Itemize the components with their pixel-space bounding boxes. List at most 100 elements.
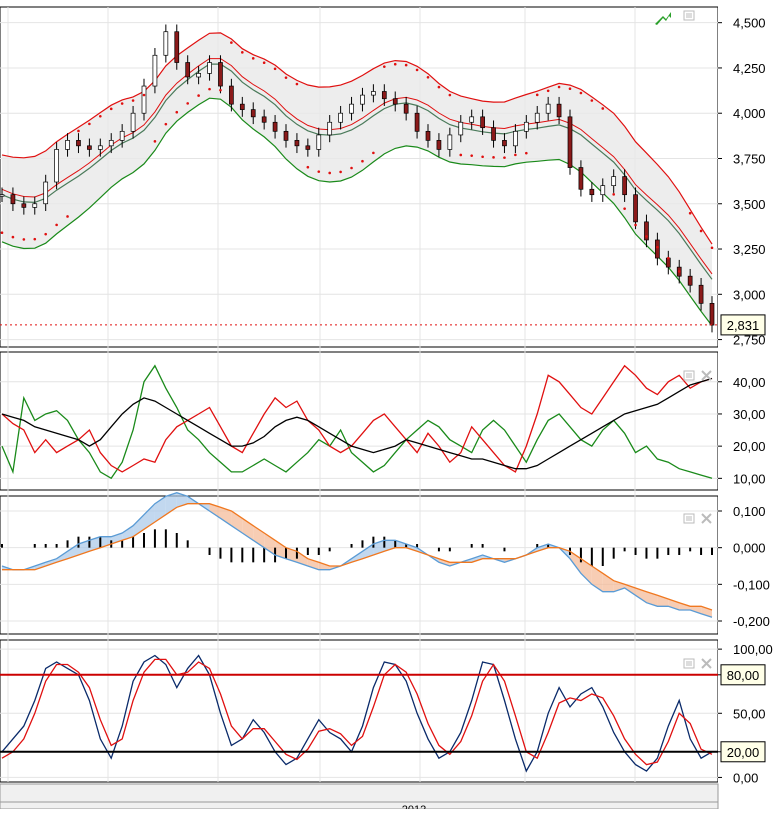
year-label: 2012 <box>402 804 426 809</box>
y-tick-label: 0,000 <box>733 541 766 556</box>
y-tick-label: 100,00 <box>733 642 773 657</box>
sar-dot <box>273 67 277 71</box>
sar-dot <box>481 155 484 159</box>
sar-dot <box>339 170 342 174</box>
sar-dot <box>77 129 80 133</box>
y-tick-label: 20,00 <box>733 439 766 454</box>
sar-dot <box>230 41 233 44</box>
candle-body <box>305 145 311 150</box>
candle-body <box>163 31 169 56</box>
sar-dot <box>328 171 331 175</box>
sar-dot <box>579 91 583 95</box>
candle-body <box>633 194 638 223</box>
sar-dot <box>590 99 594 102</box>
candle-body <box>185 62 191 78</box>
y-tick-label: 4,000 <box>733 106 766 121</box>
sar-dot <box>393 62 397 66</box>
sar-dot <box>11 235 15 239</box>
sar-dot <box>44 232 47 236</box>
sar-dot <box>448 93 452 97</box>
sar-dot <box>186 102 189 105</box>
candle-body <box>611 176 617 186</box>
sar-dot <box>131 99 135 102</box>
sar-dot <box>251 57 255 60</box>
sar-dot <box>557 85 561 89</box>
candle-body <box>108 140 114 147</box>
y-tick-label: 0,100 <box>733 504 766 519</box>
time-axis-bar <box>0 783 719 803</box>
candle-body <box>119 130 125 141</box>
sar-dot <box>688 211 692 215</box>
sar-dot <box>295 82 299 86</box>
candle-body <box>43 181 49 205</box>
candle-body <box>698 284 704 304</box>
candle-body <box>54 149 59 183</box>
candle-body <box>250 109 256 118</box>
candle-body <box>403 103 409 114</box>
sar-dot <box>470 154 473 157</box>
candle-body <box>152 54 158 87</box>
candle-body <box>196 73 201 78</box>
sar-dot <box>535 93 539 97</box>
sar-dot <box>361 159 364 163</box>
y-tick-label: 30,00 <box>733 407 766 422</box>
sar-dot <box>667 256 670 260</box>
candle-body <box>556 103 562 118</box>
sar-dot <box>88 122 91 126</box>
candle-body <box>622 176 627 196</box>
sar-dot <box>699 229 703 233</box>
sar-dot <box>22 238 26 241</box>
sar-dot <box>55 223 58 227</box>
y-tick-label: -0,100 <box>733 577 770 592</box>
candle-body <box>65 140 70 150</box>
y-tick-label: 3,000 <box>733 287 766 302</box>
restore-icon[interactable] <box>683 10 695 21</box>
sar-dot <box>0 231 4 235</box>
sar-dot <box>383 65 386 68</box>
sar-dot <box>656 245 659 249</box>
sar-dot <box>634 223 637 227</box>
candle-body <box>709 303 715 326</box>
candle-body <box>76 140 81 147</box>
y-tick-label: 10,00 <box>733 471 766 486</box>
sar-dot <box>153 140 157 143</box>
candle-body <box>425 130 431 141</box>
restore-icon[interactable] <box>683 370 695 381</box>
candle-body <box>513 130 518 147</box>
last-value-label: 2,831 <box>727 318 760 333</box>
y-tick-label: 50,00 <box>733 706 766 721</box>
sar-dot <box>710 246 714 250</box>
candle-body <box>207 62 212 74</box>
candle-body <box>360 94 365 105</box>
sar-dot <box>372 151 375 155</box>
sar-dot <box>120 102 124 105</box>
sar-dot <box>350 166 353 170</box>
candle-body <box>141 85 147 114</box>
chart-window: DezJanFevMarAbrMaiJun4,5004,2504,0003,75… <box>0 0 783 814</box>
candle-body <box>665 257 671 268</box>
sar-dot <box>426 76 430 79</box>
candle-body <box>327 121 333 136</box>
sar-dot <box>503 156 506 159</box>
candle-body <box>0 194 5 197</box>
candle-body <box>316 134 322 150</box>
level-label: 20,00 <box>727 745 760 760</box>
sar-dot <box>175 110 179 114</box>
sar-dot <box>109 107 113 111</box>
candle-body <box>229 85 234 105</box>
sar-dot <box>623 207 626 210</box>
candle-body <box>272 121 278 132</box>
candle-body <box>534 112 540 123</box>
candle-body <box>447 134 453 150</box>
y-tick-label: 0,00 <box>733 770 758 785</box>
restore-icon[interactable] <box>683 658 695 669</box>
candle-body <box>21 203 27 208</box>
time-axis: 2012 <box>0 783 719 814</box>
sar-dot <box>197 94 200 97</box>
restore-icon[interactable] <box>683 513 695 524</box>
sar-dot <box>459 153 463 157</box>
candle-body <box>218 62 223 87</box>
candle-body <box>589 188 595 196</box>
y-tick-label: 4,250 <box>733 61 766 76</box>
sar-dot <box>33 237 37 241</box>
